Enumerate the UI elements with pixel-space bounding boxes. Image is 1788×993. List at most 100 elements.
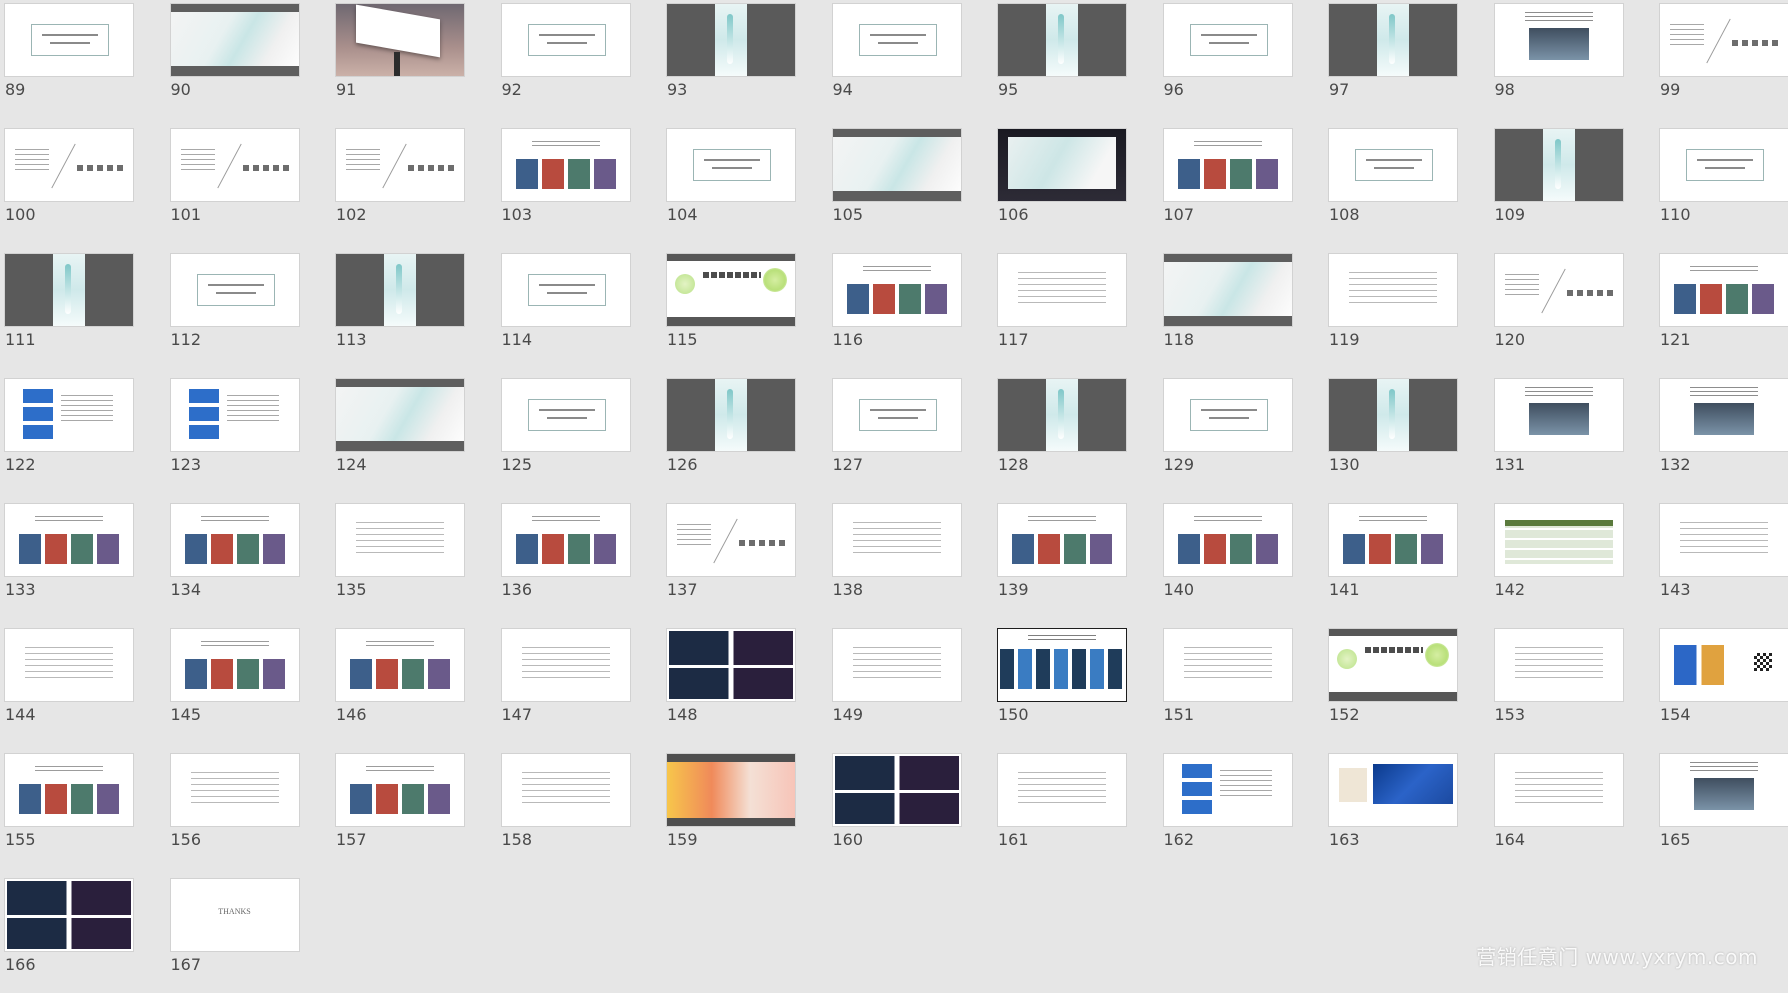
slide-thumbnail-154[interactable]: 154 — [1655, 625, 1788, 743]
slide-thumbnail-148[interactable]: 148 — [662, 625, 812, 743]
slide-thumbnail-96[interactable]: 96 — [1159, 0, 1309, 118]
slide-thumbnail-164[interactable]: 164 — [1490, 750, 1640, 868]
slide-preview[interactable] — [1660, 129, 1788, 201]
slide-thumbnail-141[interactable]: 141 — [1324, 500, 1474, 618]
slide-thumbnail-94[interactable]: 94 — [828, 0, 978, 118]
slide-preview[interactable] — [667, 254, 795, 326]
slide-preview[interactable] — [5, 629, 133, 701]
slide-preview[interactable] — [667, 379, 795, 451]
slide-preview[interactable] — [1494, 4, 1623, 76]
slide-preview[interactable] — [1660, 4, 1788, 76]
slide-thumbnail-153[interactable]: 153 — [1490, 625, 1640, 743]
slide-thumbnail-107[interactable]: 107 — [1159, 125, 1309, 243]
slide-thumbnail-146[interactable]: 146 — [331, 625, 481, 743]
slide-preview[interactable] — [1163, 629, 1292, 701]
slide-preview[interactable] — [170, 754, 299, 826]
slide-preview[interactable] — [1163, 504, 1292, 576]
slide-preview[interactable] — [832, 504, 961, 576]
slide-preview[interactable] — [998, 129, 1126, 201]
slide-thumbnail-121[interactable]: 121 — [1655, 250, 1788, 368]
slide-preview[interactable] — [1660, 504, 1788, 576]
slide-thumbnail-162[interactable]: 162 — [1159, 750, 1309, 868]
slide-preview[interactable] — [170, 129, 299, 201]
slide-thumbnail-144[interactable]: 144 — [0, 625, 150, 743]
slide-preview[interactable] — [1660, 754, 1788, 826]
slide-preview[interactable] — [832, 629, 961, 701]
slide-preview[interactable] — [1494, 754, 1623, 826]
slide-thumbnail-117[interactable]: 117 — [993, 250, 1143, 368]
slide-thumbnail-130[interactable]: 130 — [1324, 375, 1474, 493]
slide-thumbnail-159[interactable]: 159 — [662, 750, 812, 868]
slide-thumbnail-97[interactable]: 97 — [1324, 0, 1474, 118]
slide-preview[interactable] — [5, 504, 133, 576]
slide-preview[interactable] — [5, 379, 133, 451]
slide-preview[interactable] — [832, 254, 961, 326]
slide-preview[interactable] — [1329, 754, 1457, 826]
slide-thumbnail-99[interactable]: 99 — [1655, 0, 1788, 118]
slide-thumbnail-110[interactable]: 110 — [1655, 125, 1788, 243]
slide-preview[interactable] — [832, 4, 961, 76]
slide-preview[interactable] — [1494, 379, 1623, 451]
slide-preview[interactable] — [998, 629, 1126, 701]
slide-thumbnail-167[interactable]: THANKS 167 — [166, 875, 316, 993]
slide-preview[interactable] — [1660, 379, 1788, 451]
slide-thumbnail-95[interactable]: 95 — [993, 0, 1143, 118]
slide-thumbnail-102[interactable]: 102 — [331, 125, 481, 243]
slide-preview[interactable] — [832, 129, 961, 201]
slide-thumbnail-101[interactable]: 101 — [166, 125, 316, 243]
slide-preview[interactable] — [1163, 254, 1292, 326]
slide-preview[interactable] — [667, 129, 795, 201]
slide-thumbnail-93[interactable]: 93 — [662, 0, 812, 118]
slide-thumbnail-89[interactable]: 89 — [0, 0, 150, 118]
slide-thumbnail-137[interactable]: 137 — [662, 500, 812, 618]
slide-thumbnail-112[interactable]: 112 — [166, 250, 316, 368]
slide-preview[interactable] — [998, 379, 1126, 451]
slide-preview[interactable] — [998, 4, 1126, 76]
slide-thumbnail-98[interactable]: 98 — [1490, 0, 1640, 118]
slide-preview[interactable] — [501, 129, 630, 201]
slide-thumbnail-161[interactable]: 161 — [993, 750, 1143, 868]
slide-thumbnail-123[interactable]: 123 — [166, 375, 316, 493]
slide-preview[interactable]: THANKS — [170, 879, 299, 951]
slide-preview[interactable] — [998, 754, 1126, 826]
slide-thumbnail-115[interactable]: 115 — [662, 250, 812, 368]
slide-thumbnail-124[interactable]: 124 — [331, 375, 481, 493]
slide-preview[interactable] — [998, 254, 1126, 326]
slide-preview[interactable] — [5, 879, 133, 951]
slide-preview[interactable] — [1329, 129, 1457, 201]
slide-thumbnail-127[interactable]: 127 — [828, 375, 978, 493]
slide-preview[interactable] — [336, 254, 464, 326]
slide-thumbnail-105[interactable]: 105 — [828, 125, 978, 243]
slide-preview[interactable] — [501, 4, 630, 76]
slide-thumbnail-145[interactable]: 145 — [166, 625, 316, 743]
slide-preview[interactable] — [336, 129, 464, 201]
slide-thumbnail-122[interactable]: 122 — [0, 375, 150, 493]
slide-preview[interactable] — [667, 504, 795, 576]
slide-thumbnail-150[interactable]: 150 — [993, 625, 1143, 743]
slide-preview[interactable] — [1163, 379, 1292, 451]
slide-preview[interactable] — [501, 504, 630, 576]
slide-thumbnail-119[interactable]: 119 — [1324, 250, 1474, 368]
slide-thumbnail-126[interactable]: 126 — [662, 375, 812, 493]
slide-preview[interactable] — [336, 754, 464, 826]
slide-preview[interactable] — [1163, 4, 1292, 76]
slide-thumbnail-140[interactable]: 140 — [1159, 500, 1309, 618]
slide-thumbnail-139[interactable]: 139 — [993, 500, 1143, 618]
slide-preview[interactable] — [336, 4, 464, 76]
slide-preview[interactable] — [5, 754, 133, 826]
slide-thumbnail-155[interactable]: 155 — [0, 750, 150, 868]
slide-thumbnail-138[interactable]: 138 — [828, 500, 978, 618]
slide-thumbnail-129[interactable]: 129 — [1159, 375, 1309, 493]
slide-thumbnail-143[interactable]: 143 — [1655, 500, 1788, 618]
slide-preview[interactable] — [667, 4, 795, 76]
slide-preview[interactable] — [501, 629, 630, 701]
slide-preview[interactable] — [170, 4, 299, 76]
slide-thumbnail-136[interactable]: 136 — [497, 500, 647, 618]
slide-preview[interactable] — [5, 4, 133, 76]
slide-thumbnail-152[interactable]: 152 — [1324, 625, 1474, 743]
slide-thumbnail-100[interactable]: 100 — [0, 125, 150, 243]
slide-preview[interactable] — [501, 754, 630, 826]
slide-preview[interactable] — [1494, 129, 1623, 201]
slide-preview[interactable] — [5, 254, 133, 326]
slide-preview[interactable] — [1329, 379, 1457, 451]
